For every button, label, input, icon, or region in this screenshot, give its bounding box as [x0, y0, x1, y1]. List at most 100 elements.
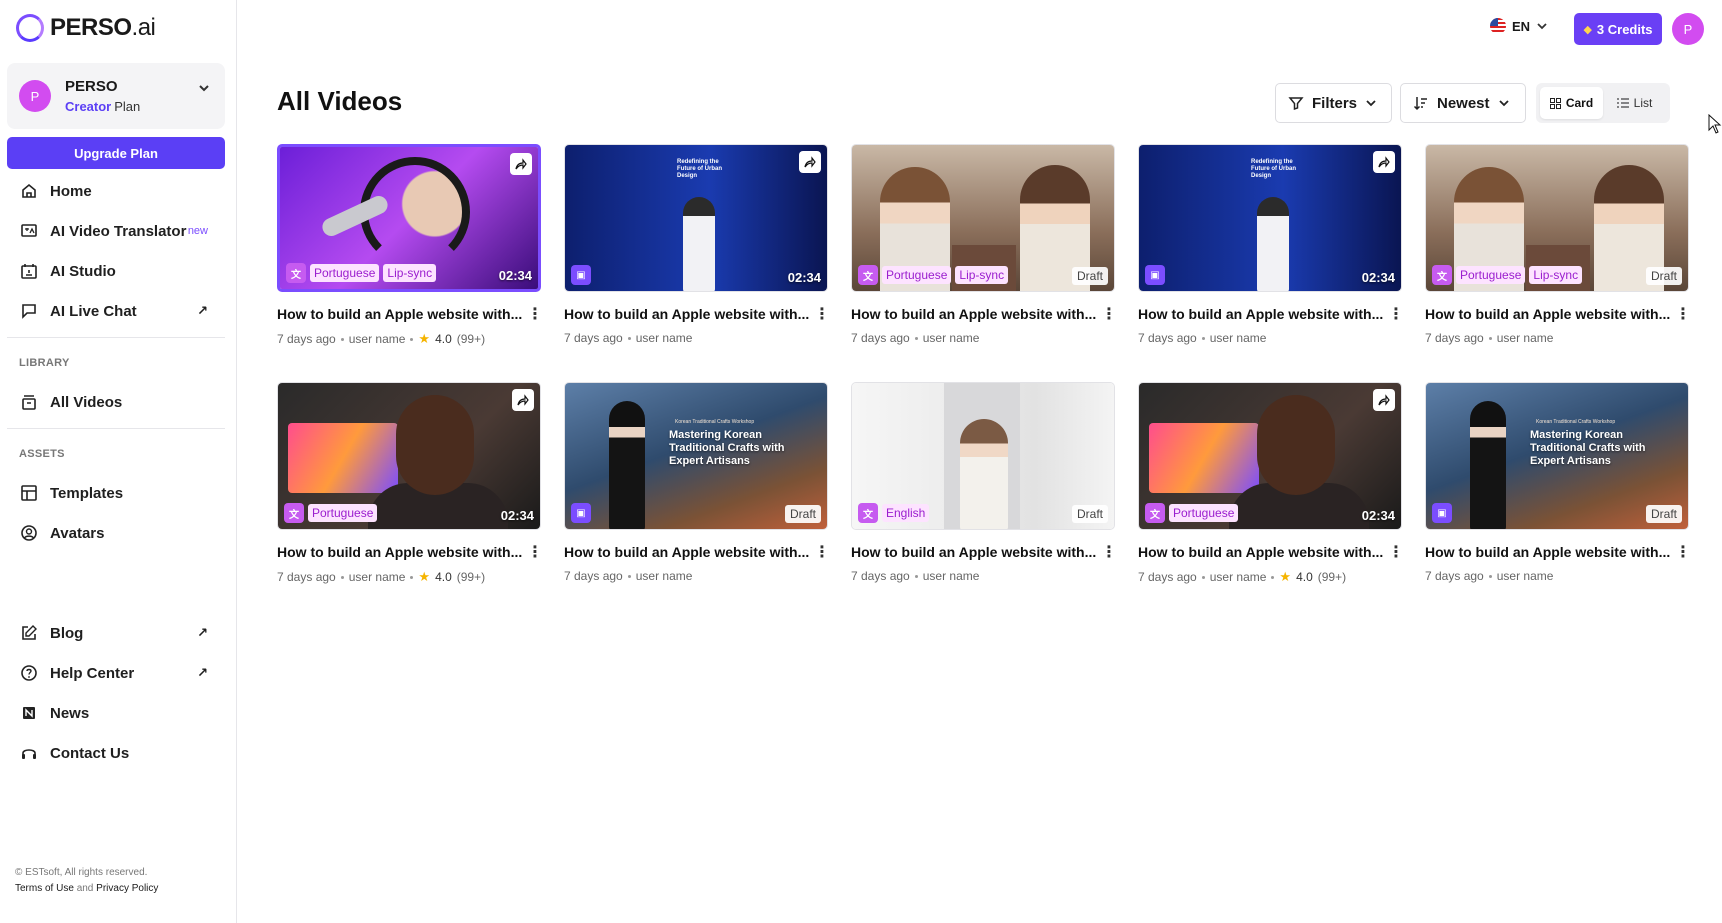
more-options-icon[interactable]: ⋮: [527, 304, 543, 324]
sidebar-item-help-center[interactable]: Help Center ↗: [18, 658, 218, 688]
video-title[interactable]: How to build an Apple website with...: [1138, 544, 1388, 560]
external-link-icon: ↗: [197, 625, 208, 640]
video-card[interactable]: 文 Portuguese Lip-sync 02:34 How to build an …: [277, 144, 543, 360]
sidebar-item-ai-live-chat[interactable]: AI Live Chat ↗: [18, 296, 218, 326]
video-title[interactable]: How to build an Apple website with...: [564, 544, 814, 560]
filters-button[interactable]: Filters: [1275, 83, 1392, 123]
share-icon[interactable]: [799, 151, 821, 173]
credits-button[interactable]: ◆ 3 Credits: [1574, 13, 1662, 45]
new-badge: new: [187, 225, 208, 237]
view-list-button[interactable]: List: [1603, 87, 1666, 119]
studio-icon: ▣: [571, 265, 591, 285]
chevron-down-icon: [1537, 23, 1547, 30]
video-card[interactable]: Korean Traditional Crafts Workshop Master…: [1425, 382, 1691, 598]
share-icon[interactable]: [510, 153, 532, 175]
video-card[interactable]: 文 Portuguese Lip-sync Draft How to build an …: [1425, 144, 1691, 360]
video-card[interactable]: 文 Portuguese 02:34 How to build an Apple we…: [277, 382, 543, 598]
video-title[interactable]: How to build an Apple website with...: [1425, 544, 1675, 560]
video-meta: 7 days ago user name: [564, 331, 828, 345]
video-title[interactable]: How to build an Apple website with...: [1138, 306, 1388, 322]
video-title[interactable]: How to build an Apple website with...: [851, 544, 1101, 560]
video-thumbnail[interactable]: 文 Portuguese 02:34: [1138, 382, 1402, 530]
help-icon: [18, 662, 40, 684]
view-card-button[interactable]: Card: [1540, 87, 1603, 119]
video-owner: user name: [1496, 331, 1554, 345]
avatar-icon: [18, 522, 40, 544]
sidebar-item-ai-studio[interactable]: AI Studio: [18, 256, 218, 286]
chevron-down-icon: [1498, 100, 1509, 107]
video-owner: user name: [635, 569, 693, 583]
separator-dot: [627, 574, 631, 578]
video-thumbnail[interactable]: 文 Portuguese Lip-sync Draft: [1425, 144, 1689, 292]
video-thumbnail[interactable]: Redefining the Future of Urban Design ▣ 02…: [564, 144, 828, 292]
video-thumbnail[interactable]: Korean Traditional Crafts Workshop Master…: [564, 382, 828, 530]
workspace-switcher[interactable]: P PERSO Creator Plan: [7, 63, 225, 129]
video-card[interactable]: Korean Traditional Crafts Workshop Master…: [564, 382, 830, 598]
sidebar-item-avatars[interactable]: Avatars: [18, 518, 218, 548]
sidebar-item-blog[interactable]: Blog ↗: [18, 618, 218, 648]
video-title[interactable]: How to build an Apple website with...: [564, 306, 814, 322]
video-card[interactable]: Redefining the Future of Urban Design ▣ 02…: [564, 144, 830, 360]
video-owner: user name: [1209, 331, 1267, 345]
upgrade-plan-button[interactable]: Upgrade Plan: [7, 137, 225, 169]
video-title[interactable]: How to build an Apple website with...: [277, 306, 527, 322]
sidebar-item-home[interactable]: Home: [18, 176, 218, 206]
user-avatar[interactable]: P: [1672, 13, 1704, 45]
terms-link[interactable]: Terms of Use: [15, 883, 74, 894]
star-icon: ★: [1279, 569, 1292, 584]
video-age: 7 days ago: [1425, 569, 1484, 583]
thumbnail-title: Mastering Korean Traditional Crafts with…: [1530, 429, 1646, 467]
more-options-icon[interactable]: ⋮: [1675, 304, 1691, 324]
rating-value: 4.0: [435, 332, 452, 346]
video-title[interactable]: How to build an Apple website with...: [277, 544, 527, 560]
more-options-icon[interactable]: ⋮: [527, 542, 543, 562]
more-options-icon[interactable]: ⋮: [1675, 542, 1691, 562]
video-thumbnail[interactable]: 文 English Draft: [851, 382, 1115, 530]
plan-tier: Creator: [65, 99, 112, 114]
language-selector[interactable]: EN: [1490, 18, 1548, 34]
sidebar-item-ai-video-translator[interactable]: AI Video Translator new: [18, 216, 218, 246]
us-flag-icon: [1490, 18, 1506, 34]
more-options-icon[interactable]: ⋮: [814, 304, 830, 324]
more-options-icon[interactable]: ⋮: [1388, 304, 1404, 324]
card-title-row: How to build an Apple website with... ⋮: [564, 542, 830, 562]
sidebar: PERSO.ai P PERSO Creator Plan Upgrade Pla…: [0, 0, 237, 923]
sort-label: Newest: [1437, 94, 1490, 112]
tag-row: 文 Portuguese Lip-sync: [286, 263, 437, 283]
more-options-icon[interactable]: ⋮: [1388, 542, 1404, 562]
tag-row: ▣: [1432, 503, 1452, 523]
video-title[interactable]: How to build an Apple website with...: [1425, 306, 1675, 322]
separator-dot: [1488, 336, 1492, 340]
card-title-row: How to build an Apple website with... ⋮: [277, 542, 543, 562]
share-icon[interactable]: [1373, 151, 1395, 173]
sidebar-item-news[interactable]: News: [18, 698, 218, 728]
video-title[interactable]: How to build an Apple website with...: [851, 306, 1101, 322]
privacy-link[interactable]: Privacy Policy: [96, 883, 158, 894]
video-card[interactable]: 文 Portuguese 02:34 How to build an Apple we…: [1138, 382, 1404, 598]
video-thumbnail[interactable]: Korean Traditional Crafts Workshop Master…: [1425, 382, 1689, 530]
chevron-down-icon[interactable]: [197, 81, 211, 98]
video-card[interactable]: 文 English Draft How to build an Apple websi…: [851, 382, 1117, 598]
separator-dot: [340, 337, 344, 341]
video-thumbnail[interactable]: 文 Portuguese Lip-sync 02:34: [277, 144, 541, 292]
video-thumbnail[interactable]: Redefining the Future of Urban Design ▣ 02…: [1138, 144, 1402, 292]
video-thumbnail[interactable]: 文 Portuguese 02:34: [277, 382, 541, 530]
video-thumbnail[interactable]: 文 Portuguese Lip-sync Draft: [851, 144, 1115, 292]
sidebar-item-all-videos[interactable]: All Videos: [18, 387, 218, 417]
logo[interactable]: PERSO.ai: [16, 14, 156, 42]
sort-button[interactable]: Newest: [1400, 83, 1526, 123]
video-owner: user name: [922, 331, 980, 345]
more-options-icon[interactable]: ⋮: [1101, 542, 1117, 562]
video-card[interactable]: Redefining the Future of Urban Design ▣ 02…: [1138, 144, 1404, 360]
more-options-icon[interactable]: ⋮: [814, 542, 830, 562]
share-icon[interactable]: [1373, 389, 1395, 411]
more-options-icon[interactable]: ⋮: [1101, 304, 1117, 324]
sidebar-item-templates[interactable]: Templates: [18, 478, 218, 508]
video-card[interactable]: 文 Portuguese Lip-sync Draft How to build an …: [851, 144, 1117, 360]
page-title: All Videos: [277, 86, 403, 116]
presenter-figure: [683, 197, 715, 291]
separator-dot: [914, 336, 918, 340]
share-icon[interactable]: [512, 389, 534, 411]
sidebar-item-contact-us[interactable]: Contact Us: [18, 738, 218, 768]
video-age: 7 days ago: [851, 331, 910, 345]
